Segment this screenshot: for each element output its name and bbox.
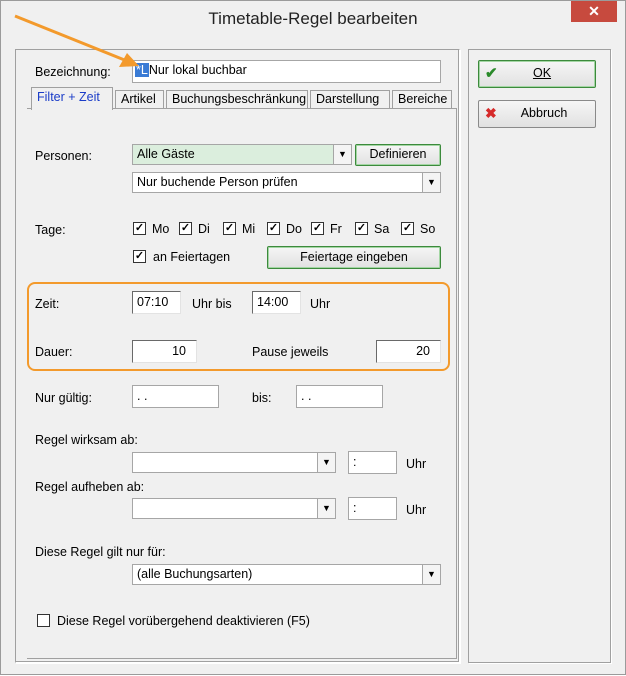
arrow-line bbox=[14, 14, 128, 63]
tab-filter-zeit[interactable]: Filter + Zeit bbox=[31, 87, 113, 110]
dialog-window: Timetable-Regel bearbeiten ✕ Bezeichnung… bbox=[0, 0, 626, 675]
